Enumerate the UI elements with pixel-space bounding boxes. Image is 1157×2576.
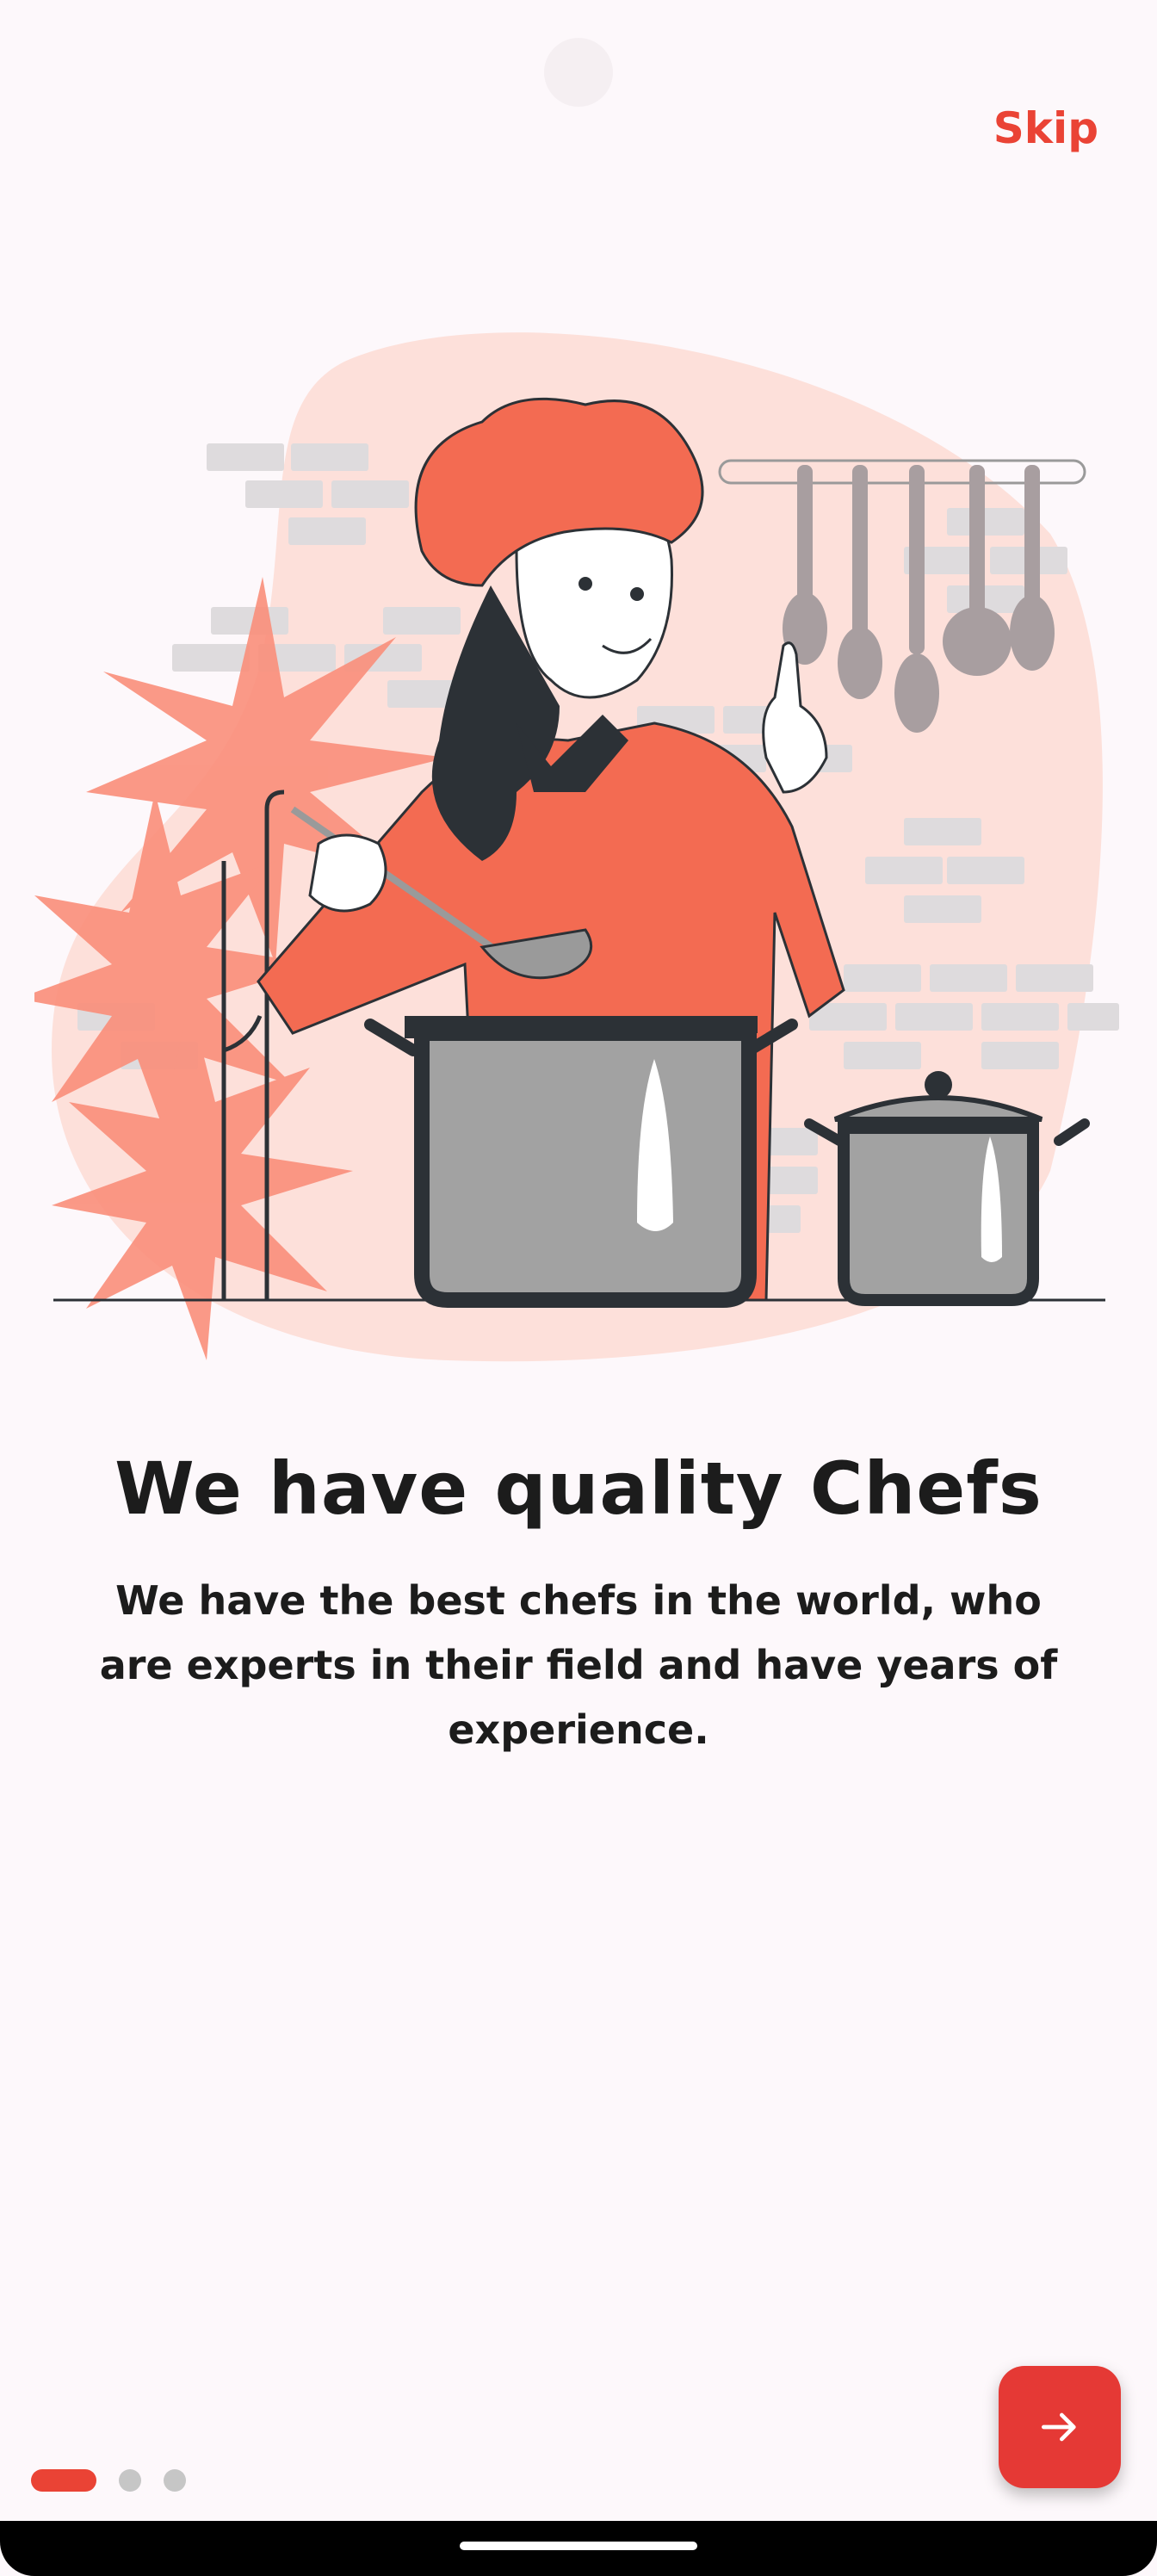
onboarding-description: We have the best chefs in the world, who… [99,1577,1058,1753]
system-navigation-bar [0,2521,1157,2576]
skip-button[interactable]: Skip [993,103,1098,153]
page-indicator [31,2469,186,2492]
chef-illustration [34,332,1119,1362]
page-dot [164,2469,186,2492]
next-button[interactable] [999,2366,1121,2488]
page-dot [119,2469,141,2492]
page-dot-active [31,2469,96,2492]
onboarding-title: We have quality Chefs [114,1446,1043,1531]
home-gesture-handle[interactable] [460,2542,697,2550]
arrow-right-icon [1042,2412,1076,2442]
front-camera [544,38,613,107]
